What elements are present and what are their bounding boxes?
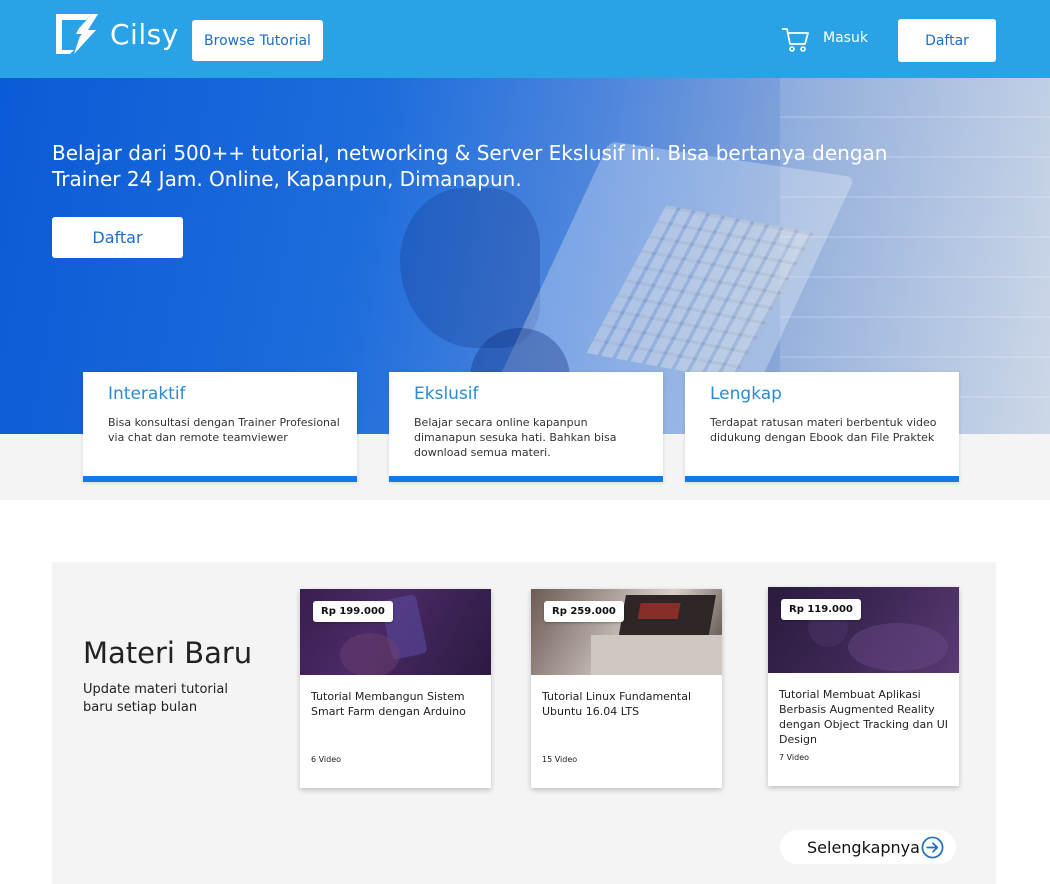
section-subtitle: Update materi tutorial baru setiap bulan <box>83 682 228 715</box>
video-count: 7 Video <box>779 753 810 762</box>
video-count: 6 Video <box>311 755 342 764</box>
feature-title: Interaktif <box>108 384 186 404</box>
cart-icon[interactable] <box>780 24 810 54</box>
course-card[interactable]: Rp 199.000 Tutorial Membangun Sistem Sma… <box>300 589 491 788</box>
hero-background-shape <box>400 188 540 348</box>
feature-title: Ekslusif <box>414 384 479 404</box>
price-badge: Rp 119.000 <box>781 599 861 620</box>
feature-description: Belajar secara online kapanpun dimanapun… <box>414 416 617 459</box>
feature-description: Bisa konsultasi dengan Trainer Profesion… <box>108 416 340 444</box>
price-badge: Rp 199.000 <box>313 601 393 622</box>
hero-register-button[interactable]: Daftar <box>52 217 183 258</box>
see-more-label: Selengkapnya <box>807 837 920 857</box>
course-title[interactable]: Tutorial Membuat Aplikasi Berbasis Augme… <box>779 687 949 747</box>
register-button[interactable]: Daftar <box>898 19 996 62</box>
feature-card-interaktif: Interaktif Bisa konsultasi dengan Traine… <box>83 372 357 482</box>
login-link[interactable]: Masuk <box>823 30 868 46</box>
lightning-logo-icon <box>56 14 98 54</box>
browse-tutorial-button[interactable]: Browse Tutorial <box>192 20 323 61</box>
feature-title: Lengkap <box>710 384 782 404</box>
brand-name: Cilsy <box>110 17 179 51</box>
feature-description: Terdapat ratusan materi berbentuk video … <box>710 416 937 444</box>
hero-headline: Belajar dari 500++ tutorial, networking … <box>52 141 888 191</box>
see-more-button[interactable]: Selengkapnya <box>780 830 956 864</box>
top-navbar: Cilsy Browse Tutorial Masuk Daftar <box>0 0 1050 78</box>
price-badge: Rp 259.000 <box>544 601 624 622</box>
course-title[interactable]: Tutorial Linux Fundamental Ubuntu 16.04 … <box>542 689 712 719</box>
section-title: Materi Baru <box>83 636 253 670</box>
video-count: 15 Video <box>542 755 578 764</box>
feature-card-lengkap: Lengkap Terdapat ratusan materi berbentu… <box>685 372 959 482</box>
feature-card-ekslusif: Ekslusif Belajar secara online kapanpun … <box>389 372 663 482</box>
arrow-right-circle-icon <box>921 836 944 859</box>
logo[interactable]: Cilsy <box>52 12 179 56</box>
course-card[interactable]: Rp 119.000 Tutorial Membuat Aplikasi Ber… <box>768 587 959 786</box>
course-title[interactable]: Tutorial Membangun Sistem Smart Farm den… <box>311 689 481 719</box>
course-card[interactable]: Rp 259.000 Tutorial Linux Fundamental Ub… <box>531 589 722 788</box>
